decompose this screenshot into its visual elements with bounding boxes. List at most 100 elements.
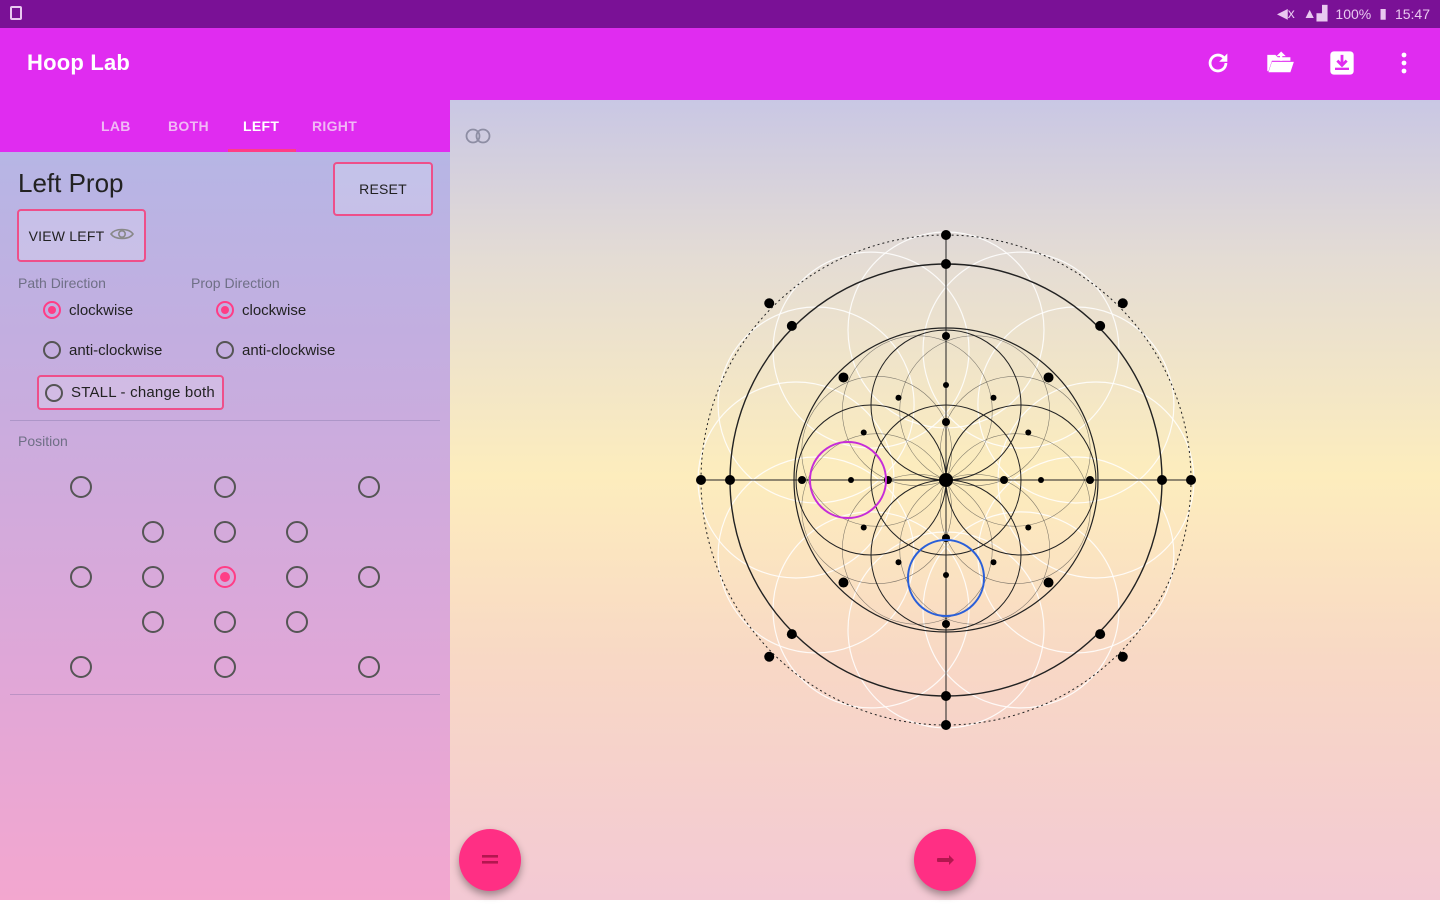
position-radio-top-right[interactable] <box>358 476 380 498</box>
view-left-label: VIEW LEFT <box>28 227 105 244</box>
tab-right[interactable]: RIGHT <box>312 118 357 134</box>
position-label: Position <box>18 433 68 449</box>
pattern-dot <box>838 372 849 383</box>
wifi-signal-icon: ▲▟ <box>1302 5 1328 21</box>
position-radio-left[interactable] <box>70 566 92 588</box>
position-radio-bottom-right[interactable] <box>358 656 380 678</box>
save-icon[interactable] <box>1326 46 1358 80</box>
prop-anticlockwise-radio[interactable] <box>216 341 234 359</box>
tab-bar: LAB BOTH LEFT RIGHT <box>0 100 450 152</box>
path-anticlockwise-radio[interactable] <box>43 341 61 359</box>
position-radio-top-left[interactable] <box>70 476 92 498</box>
pattern-dot <box>860 524 867 531</box>
path-clockwise-label: clockwise <box>69 301 134 319</box>
reset-label: RESET <box>359 181 407 197</box>
tab-both[interactable]: BOTH <box>168 118 209 134</box>
status-icons: ◀x ▲▟ 100% ▮ 15:47 <box>1277 5 1430 22</box>
prop-clockwise-radio[interactable] <box>216 301 234 319</box>
pattern-dot <box>696 475 706 485</box>
stall-radio[interactable] <box>45 383 63 402</box>
position-radio-inner-top-right[interactable] <box>286 521 308 543</box>
path-direction-label: Path Direction <box>18 275 106 291</box>
more-vert-icon[interactable] <box>1388 46 1420 80</box>
pattern-dot <box>1025 524 1032 531</box>
pattern-dot <box>990 559 997 566</box>
pattern-dot <box>798 476 806 484</box>
pattern-dot <box>895 394 902 401</box>
app-title: Hoop Lab <box>27 50 131 75</box>
menu-icon <box>482 855 498 864</box>
pattern-dot <box>1043 372 1054 383</box>
sd-card-icon <box>10 6 22 20</box>
position-radio-bottom[interactable] <box>214 656 236 678</box>
pattern-dot <box>943 572 949 578</box>
pattern-dot <box>941 720 951 730</box>
clock: 15:47 <box>1394 5 1430 22</box>
pattern-dot <box>990 394 997 401</box>
pattern-dot <box>786 320 797 331</box>
stall-label: STALL - change both <box>71 384 215 401</box>
status-bar: ◀x ▲▟ 100% ▮ 15:47 <box>0 0 1440 28</box>
view-left-button[interactable]: VIEW LEFT <box>17 209 146 262</box>
position-radio-right[interactable] <box>358 566 380 588</box>
arrow-right-icon <box>937 855 954 865</box>
pattern-dot <box>786 629 797 640</box>
pattern-dot <box>941 259 951 269</box>
prop-anticlockwise-label: anti-clockwise <box>242 341 336 359</box>
pattern-dot <box>1117 298 1128 309</box>
pattern-petal-circle <box>922 251 1120 449</box>
prop-clockwise-option[interactable]: clockwise <box>216 301 306 319</box>
divider <box>10 694 440 695</box>
open-folder-icon[interactable] <box>1264 46 1296 80</box>
pattern-dot <box>1095 320 1106 331</box>
tab-lab[interactable]: LAB <box>101 118 131 134</box>
pattern-dot <box>942 620 950 628</box>
refresh-icon[interactable] <box>1202 46 1234 80</box>
play-fab[interactable] <box>914 829 976 891</box>
pattern-dot <box>764 651 775 662</box>
pattern-dot <box>1117 651 1128 662</box>
hoop-pattern-diagram <box>696 230 1196 730</box>
position-radio-inner-left[interactable] <box>142 566 164 588</box>
pattern-dot <box>939 473 953 487</box>
position-radio-inner-bottom-right[interactable] <box>286 611 308 633</box>
position-radio-inner-right[interactable] <box>286 566 308 588</box>
pattern-dot <box>941 230 951 240</box>
hoop-canvas[interactable] <box>450 100 1440 900</box>
path-clockwise-option[interactable]: clockwise <box>43 301 133 319</box>
pattern-petal-circle <box>977 456 1175 654</box>
menu-fab[interactable] <box>459 829 521 891</box>
position-radio-bottom-left[interactable] <box>70 656 92 678</box>
app-bar: Hoop Lab <box>0 28 1440 100</box>
mute-icon: ◀x <box>1277 5 1295 21</box>
reset-button[interactable]: RESET <box>333 162 433 216</box>
battery-icon: ▮ <box>1379 5 1387 21</box>
pattern-dot <box>1095 629 1106 640</box>
pattern-dot <box>1043 577 1054 588</box>
path-clockwise-radio[interactable] <box>43 301 61 319</box>
position-radio-inner-top-left[interactable] <box>142 521 164 543</box>
path-anticlockwise-label: anti-clockwise <box>69 341 163 359</box>
pattern-dot <box>1000 476 1008 484</box>
prop-clockwise-label: clockwise <box>242 301 307 319</box>
tab-indicator <box>228 149 296 152</box>
tab-left[interactable]: LEFT <box>243 118 279 134</box>
position-radio-center[interactable] <box>214 566 236 588</box>
prop-anticlockwise-option[interactable]: anti-clockwise <box>216 341 335 359</box>
prop-direction-label: Prop Direction <box>191 275 280 291</box>
pattern-dot <box>764 298 775 309</box>
position-radio-inner-bottom-left[interactable] <box>142 611 164 633</box>
app-bar-actions <box>1202 46 1420 80</box>
pattern-dot <box>1157 475 1167 485</box>
divider <box>10 420 440 421</box>
position-radio-inner-top[interactable] <box>214 521 236 543</box>
pattern-dot <box>895 559 902 566</box>
pattern-dot <box>943 382 949 388</box>
pattern-dot <box>941 691 951 701</box>
sync-link-icon[interactable] <box>463 127 493 150</box>
position-radio-inner-bottom[interactable] <box>214 611 236 633</box>
pattern-dot <box>1086 476 1094 484</box>
position-radio-top[interactable] <box>214 476 236 498</box>
path-anticlockwise-option[interactable]: anti-clockwise <box>43 341 162 359</box>
stall-option[interactable]: STALL - change both <box>37 375 224 410</box>
